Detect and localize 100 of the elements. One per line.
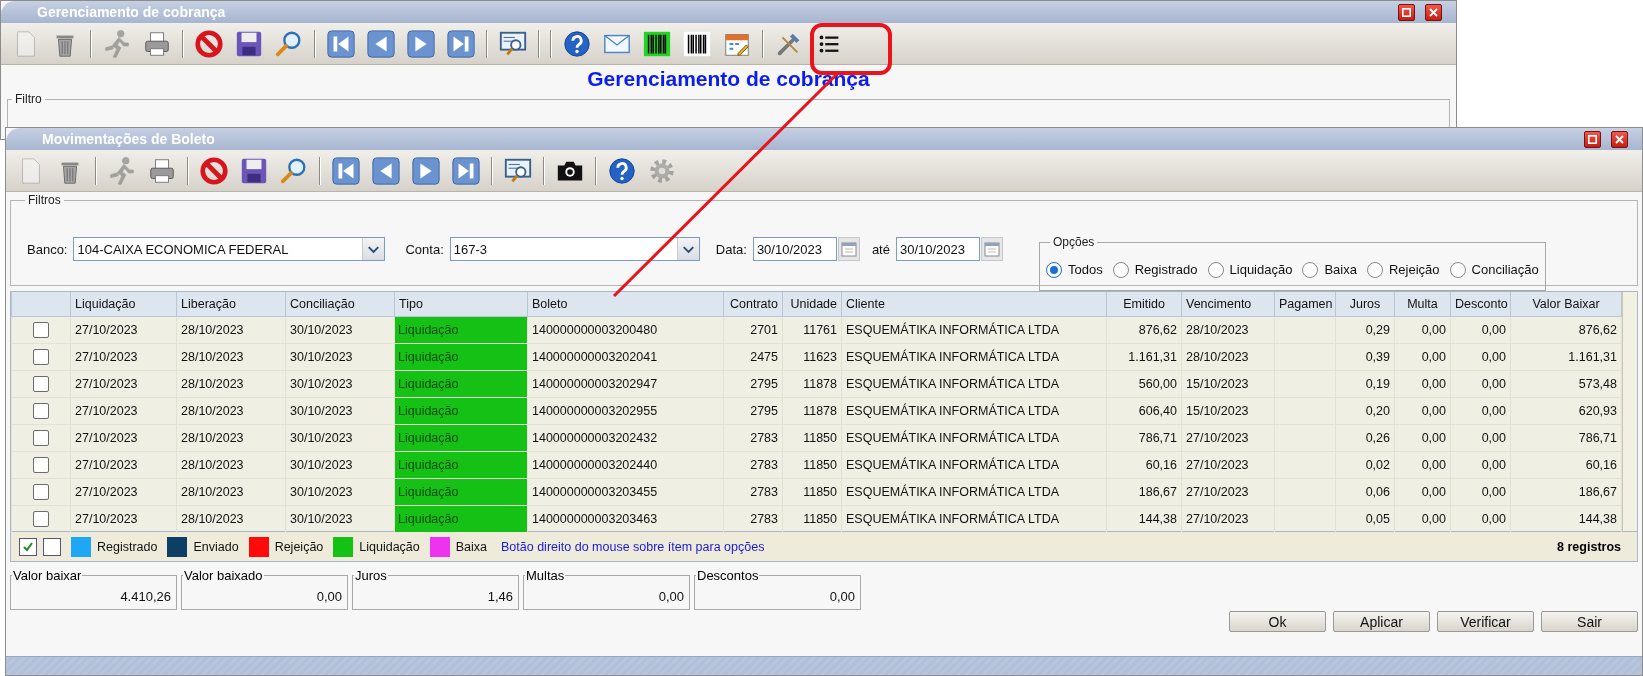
column-header[interactable]: Tipo bbox=[394, 292, 528, 316]
radio-label[interactable]: Liquidação bbox=[1229, 262, 1293, 277]
radio-button[interactable] bbox=[1302, 261, 1319, 278]
radio-button[interactable] bbox=[1045, 261, 1062, 278]
table-cell: 28/10/2023 bbox=[176, 424, 286, 451]
field-label: Descontos bbox=[697, 568, 759, 583]
table-cell: 0,00 bbox=[1394, 397, 1451, 424]
close-button[interactable] bbox=[1611, 130, 1628, 148]
checkbox[interactable] bbox=[33, 321, 49, 338]
table-cell: 0,39 bbox=[1335, 343, 1395, 370]
action-button[interactable]: Aplicar bbox=[1333, 611, 1430, 632]
radio-label[interactable]: Baixa bbox=[1324, 262, 1357, 277]
dropdown-field[interactable]: 167-3 bbox=[449, 237, 700, 261]
table-cell: 0,20 bbox=[1335, 397, 1395, 424]
legend-label: Baixa bbox=[455, 539, 488, 554]
previous-icon bbox=[366, 28, 396, 59]
column-header[interactable]: Unidade bbox=[782, 292, 842, 316]
date-field[interactable]: 30/10/2023 bbox=[752, 237, 837, 261]
check-all-button[interactable] bbox=[19, 537, 37, 556]
legend-label: Enviado bbox=[193, 539, 239, 554]
table-cell: 1.161,31 bbox=[1510, 343, 1622, 370]
table-cell: 140000000003202440 bbox=[527, 451, 724, 478]
date-field[interactable]: 30/10/2023 bbox=[895, 237, 980, 261]
checkbox[interactable] bbox=[33, 375, 49, 392]
table-cell: ESQUEMÁTIKA INFORMÁTICA LTDA bbox=[841, 397, 1107, 424]
radio-label[interactable]: Todos bbox=[1067, 262, 1103, 277]
radio-button[interactable] bbox=[1112, 261, 1129, 278]
dropdown-field[interactable]: 104-CAIXA ECONOMICA FEDERAL bbox=[73, 237, 386, 261]
table-cell: 0,00 bbox=[1394, 343, 1451, 370]
action-button[interactable]: Ok bbox=[1229, 611, 1326, 632]
table-cell: 30/10/2023 bbox=[285, 397, 395, 424]
table-cell: 11623 bbox=[782, 343, 842, 370]
action-button[interactable]: Verificar bbox=[1437, 611, 1534, 632]
checkbox[interactable] bbox=[33, 429, 49, 446]
column-header[interactable]: Contrato bbox=[723, 292, 783, 316]
maximize-icon bbox=[1402, 7, 1411, 17]
column-header[interactable]: Boleto bbox=[527, 292, 724, 316]
window-title: Gerenciamento de cobrança bbox=[37, 4, 226, 20]
status-cell: Liquidação bbox=[394, 397, 528, 424]
table-cell: 0,00 bbox=[1394, 370, 1451, 397]
table-cell: ESQUEMÁTIKA INFORMÁTICA LTDA bbox=[841, 478, 1107, 505]
calendar-button[interactable] bbox=[980, 237, 1003, 261]
table-cell: ESQUEMÁTIKA INFORMÁTICA LTDA bbox=[841, 424, 1107, 451]
radio-label[interactable]: Conciliação bbox=[1471, 262, 1539, 277]
column-header[interactable]: Cliente bbox=[841, 292, 1107, 316]
column-header[interactable]: Juros bbox=[1335, 292, 1395, 316]
action-button[interactable]: Sair bbox=[1541, 611, 1638, 632]
radio-label[interactable]: Rejeição bbox=[1388, 262, 1440, 277]
checkbox[interactable] bbox=[33, 456, 49, 473]
table-cell: 2783 bbox=[723, 478, 783, 505]
column-header[interactable]: Vencimento bbox=[1181, 292, 1275, 316]
help-icon bbox=[607, 155, 637, 186]
table-cell: 30/10/2023 bbox=[285, 478, 395, 505]
table-cell: 28/10/2023 bbox=[176, 370, 286, 397]
table-cell: 27/10/2023 bbox=[70, 343, 177, 370]
table-cell: 186,67 bbox=[1106, 478, 1182, 505]
checkbox[interactable] bbox=[33, 402, 49, 419]
table-cell: 0,26 bbox=[1335, 424, 1395, 451]
close-button[interactable] bbox=[1425, 3, 1442, 21]
panel-legend: Filtros bbox=[28, 193, 61, 207]
radio-button[interactable] bbox=[1449, 261, 1466, 278]
column-header[interactable]: Liberação bbox=[176, 292, 286, 316]
table-cell: 0,06 bbox=[1335, 478, 1395, 505]
checkbox[interactable] bbox=[33, 483, 49, 500]
column-header[interactable]: Multa bbox=[1394, 292, 1451, 316]
checkbox[interactable] bbox=[33, 348, 49, 365]
table-cell: ESQUEMÁTIKA INFORMÁTICA LTDA bbox=[841, 451, 1107, 478]
field-label: Conta: bbox=[405, 241, 444, 257]
column-header[interactable]: Valor Baixar bbox=[1510, 292, 1622, 316]
field-label: até bbox=[871, 241, 890, 257]
table-cell: 11850 bbox=[782, 478, 842, 505]
calendar-button[interactable] bbox=[837, 237, 860, 261]
table-cell: 27/10/2023 bbox=[1181, 451, 1275, 478]
status-cell: Liquidação bbox=[394, 424, 528, 451]
maximize-button[interactable] bbox=[1398, 3, 1415, 21]
radio-label[interactable]: Registrado bbox=[1134, 262, 1198, 277]
table-cell: 186,67 bbox=[1510, 478, 1622, 505]
radio-button[interactable] bbox=[1366, 261, 1383, 278]
checkmark-icon bbox=[22, 540, 34, 553]
uncheck-all-button[interactable] bbox=[43, 537, 61, 556]
hint-text: Botão direito do mouse sobre ítem para opções bbox=[501, 539, 765, 554]
column-header[interactable]: Conciliação bbox=[285, 292, 395, 316]
table-cell: 30/10/2023 bbox=[285, 370, 395, 397]
table-cell: 0,00 bbox=[1450, 424, 1511, 451]
table-cell: 2475 bbox=[723, 343, 783, 370]
column-header[interactable]: Emitido bbox=[1106, 292, 1182, 316]
field-value: 0,00 bbox=[829, 588, 855, 604]
table-cell: 28/10/2023 bbox=[1181, 316, 1275, 343]
field-value: 0,00 bbox=[658, 588, 684, 604]
field-label: Valor baixar bbox=[13, 568, 82, 583]
last-icon bbox=[451, 155, 481, 186]
table-cell: 2795 bbox=[723, 370, 783, 397]
column-header[interactable]: Liquidação bbox=[70, 292, 177, 316]
radio-button[interactable] bbox=[1207, 261, 1224, 278]
maximize-button[interactable] bbox=[1584, 130, 1601, 148]
checkbox[interactable] bbox=[33, 510, 49, 527]
table-cell: 11850 bbox=[782, 424, 842, 451]
table-cell: 28/10/2023 bbox=[176, 478, 286, 505]
column-header[interactable]: Pagamen bbox=[1274, 292, 1336, 316]
column-header[interactable]: Desconto bbox=[1450, 292, 1511, 316]
